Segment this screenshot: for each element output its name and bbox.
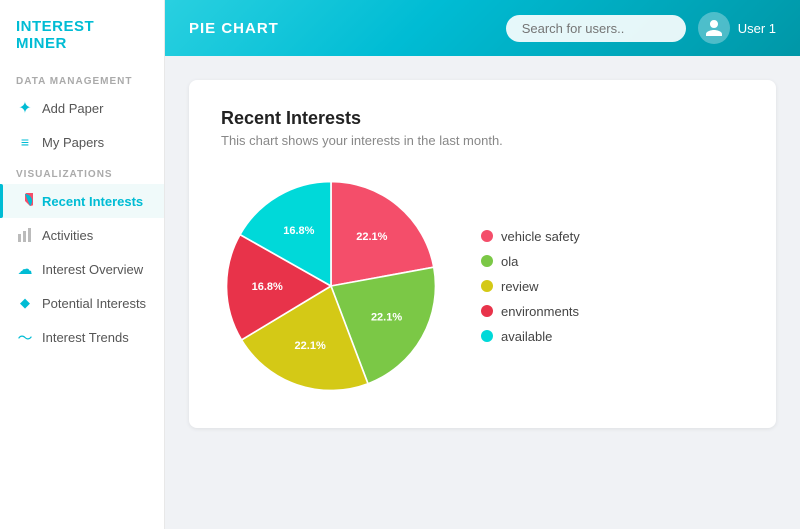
pie-chart: 22.1% 22.1% 22.1% 16.8% 16.8% <box>221 176 441 396</box>
plus-icon: ✦ <box>16 99 34 117</box>
card-subtitle: This chart shows your interests in the l… <box>221 133 744 148</box>
legend-label: vehicle safety <box>501 229 580 244</box>
app-logo: INTEREST MINER <box>0 0 164 66</box>
cloud-icon: ☁ <box>16 260 34 278</box>
legend-label: environments <box>501 304 579 319</box>
legend-dot <box>481 230 493 242</box>
sidebar-item-interest-trends[interactable]: 〜 Interest Trends <box>0 320 164 354</box>
legend-label: review <box>501 279 539 294</box>
user-label: User 1 <box>738 21 776 36</box>
card-title: Recent Interests <box>221 108 744 129</box>
svg-text:22.1%: 22.1% <box>295 340 326 352</box>
bar-icon <box>16 226 34 244</box>
sidebar: INTEREST MINER DATA MANAGEMENT ✦ Add Pap… <box>0 0 165 529</box>
svg-text:22.1%: 22.1% <box>356 231 387 243</box>
svg-text:22.1%: 22.1% <box>371 311 402 323</box>
user-badge[interactable]: User 1 <box>698 12 776 44</box>
legend-label: ola <box>501 254 518 269</box>
list-icon: ≡ <box>16 133 34 151</box>
sidebar-item-potential-interests[interactable]: ◆ Potential Interests <box>0 286 164 320</box>
header-right: User 1 <box>506 12 776 44</box>
chart-area: 22.1% 22.1% 22.1% 16.8% 16.8% vehicle safety… <box>221 176 744 396</box>
search-input[interactable] <box>506 15 686 42</box>
content-area: Recent Interests This chart shows your i… <box>165 56 800 529</box>
sidebar-item-recent-interests[interactable]: Recent Interests <box>0 184 164 218</box>
pie-svg: 22.1% 22.1% 22.1% 16.8% 16.8% <box>221 176 441 396</box>
legend-item: vehicle safety <box>481 229 580 244</box>
header: PIE CHART User 1 <box>165 0 800 56</box>
section-label-data: DATA MANAGEMENT <box>0 66 164 91</box>
diamond-icon: ◆ <box>16 294 34 312</box>
sidebar-item-activities[interactable]: Activities <box>0 218 164 252</box>
svg-text:16.8%: 16.8% <box>252 281 283 293</box>
legend-dot <box>481 280 493 292</box>
legend-item: ola <box>481 254 580 269</box>
section-label-viz: VISUALIZATIONS <box>0 159 164 184</box>
legend-dot <box>481 255 493 267</box>
chart-card: Recent Interests This chart shows your i… <box>189 80 776 428</box>
main-area: PIE CHART User 1 Recent Interests This c… <box>165 0 800 529</box>
legend-dot <box>481 330 493 342</box>
wave-icon: 〜 <box>16 328 34 346</box>
legend-label: available <box>501 329 552 344</box>
page-title: PIE CHART <box>189 20 279 37</box>
pie-icon <box>16 192 34 210</box>
legend-dot <box>481 305 493 317</box>
legend-item: available <box>481 329 580 344</box>
legend-item: review <box>481 279 580 294</box>
legend-item: environments <box>481 304 580 319</box>
svg-text:16.8%: 16.8% <box>283 225 314 237</box>
sidebar-item-add-paper[interactable]: ✦ Add Paper <box>0 91 164 125</box>
avatar <box>698 12 730 44</box>
sidebar-item-my-papers[interactable]: ≡ My Papers <box>0 125 164 159</box>
sidebar-item-interest-overview[interactable]: ☁ Interest Overview <box>0 252 164 286</box>
chart-legend: vehicle safety ola review environments avail… <box>481 229 580 344</box>
